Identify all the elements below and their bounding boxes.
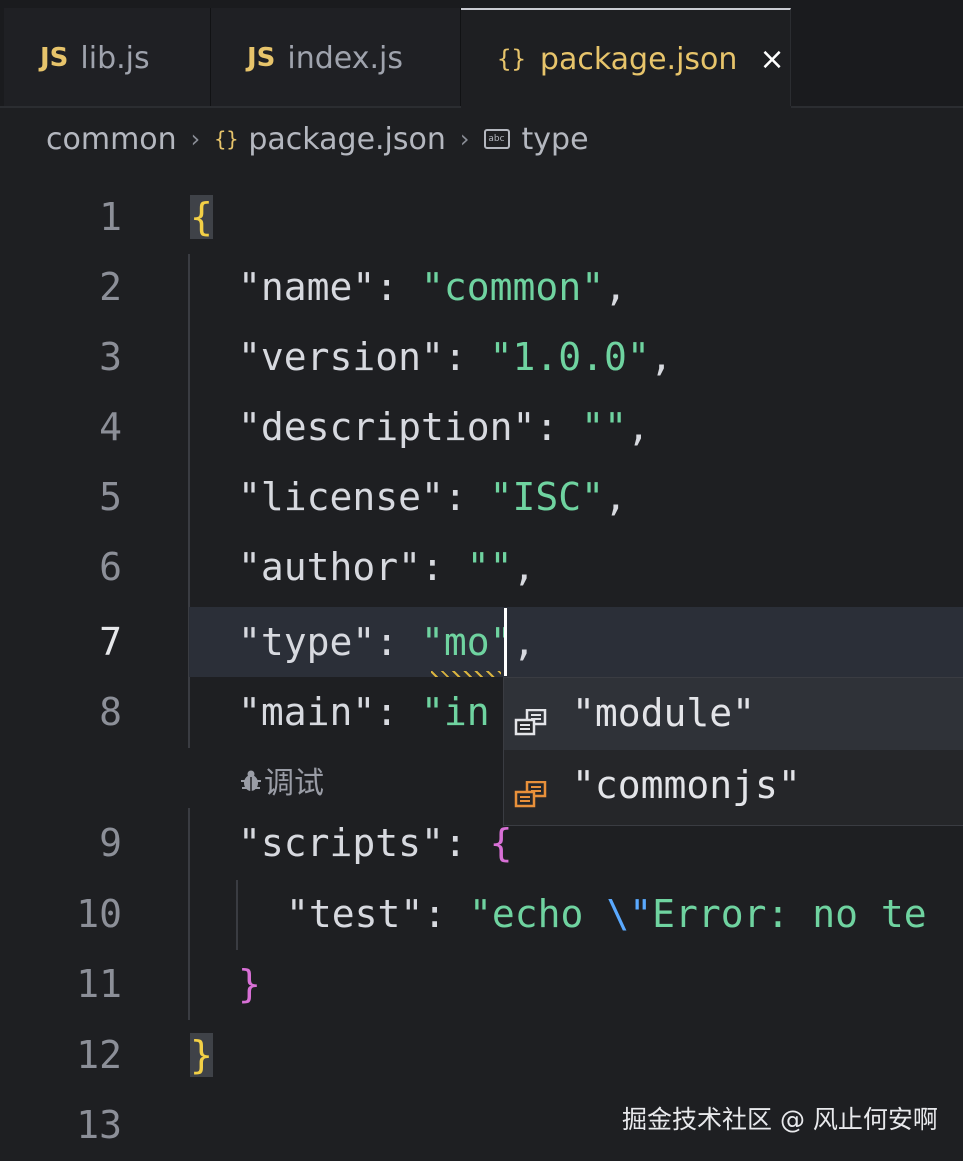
codelens-debug[interactable]: 调试 [238, 758, 324, 802]
tab-lib-js[interactable]: JS lib.js [4, 8, 211, 108]
code-line[interactable]: 6 "author": "", [0, 532, 963, 602]
tab-label: index.js [287, 40, 403, 76]
tab-package-json[interactable]: {} package.json × [461, 8, 791, 108]
string-symbol-icon: abc [483, 129, 510, 149]
chevron-right-icon: › [459, 125, 470, 153]
suggestion-item-commonjs[interactable]: "commonjs" [504, 750, 963, 822]
code-text: } [190, 1033, 213, 1077]
json-file-icon: {} [214, 127, 239, 151]
autocomplete-popup[interactable]: "module" "commonjs" [503, 677, 963, 826]
enum-member-icon [514, 774, 548, 808]
line-number: 5 [99, 475, 122, 519]
codelens-label: 调试 [264, 766, 324, 801]
code-line[interactable]: 2 "name": "common", [0, 252, 963, 322]
suggestion-label: "module" [572, 691, 756, 735]
tab-label: package.json [539, 41, 738, 77]
tab-label: lib.js [80, 40, 150, 76]
bug-icon [238, 766, 264, 801]
code-line[interactable]: 10 "test": "echo \"Error: no te [0, 879, 963, 949]
tab-bar: JS lib.js JS index.js {} package.json × [0, 0, 963, 108]
code-text: "description": "", [238, 405, 650, 449]
javascript-file-icon: JS [247, 43, 276, 73]
code-line[interactable]: 3 "version": "1.0.0", [0, 322, 963, 392]
code-line[interactable]: 11 } [0, 949, 963, 1019]
code-text: "name": "common", [238, 265, 627, 309]
code-line[interactable]: 4 "description": "", [0, 392, 963, 462]
code-text: "license": "ISC", [238, 475, 627, 519]
code-text: "author": "", [238, 545, 536, 589]
code-line-current[interactable]: 7 "type": "mo", [0, 607, 963, 677]
line-number: 10 [76, 892, 122, 936]
code-editor[interactable]: 1 { 2 "name": "common", 3 "version": "1.… [0, 182, 963, 1161]
breadcrumb: common › {} package.json › abc type [46, 116, 589, 162]
line-number: 6 [99, 545, 122, 589]
breadcrumb-symbol[interactable]: type [522, 122, 589, 157]
line-number: 1 [99, 195, 122, 239]
line-number: 9 [99, 821, 122, 865]
line-number: 8 [99, 690, 122, 734]
code-text: "test": "echo \"Error: no te [286, 892, 927, 936]
breadcrumb-folder[interactable]: common [46, 122, 177, 157]
code-line[interactable]: 1 { [0, 182, 963, 252]
enum-member-icon [514, 702, 548, 736]
text-cursor [504, 608, 507, 676]
code-text: } [238, 962, 261, 1006]
close-icon[interactable]: × [759, 42, 784, 77]
suggestion-label: "commonjs" [572, 763, 801, 807]
line-number: 11 [76, 962, 122, 1006]
code-text: "scripts": { [238, 821, 513, 865]
line-number: 2 [99, 265, 122, 309]
active-tab-gap [461, 106, 791, 108]
chevron-right-icon: › [190, 125, 201, 153]
code-text: { [190, 195, 213, 239]
javascript-file-icon: JS [40, 43, 69, 73]
code-text: "main": "in [238, 690, 490, 734]
code-text: "version": "1.0.0", [238, 335, 673, 379]
tab-index-js[interactable]: JS index.js [211, 8, 461, 108]
line-number: 4 [99, 405, 122, 449]
code-text: "type": "mo", [238, 620, 536, 664]
watermark: 掘金技术社区 @ 风止何安啊 [622, 1105, 938, 1134]
suggestion-item-module[interactable]: "module" [504, 678, 963, 750]
line-number: 13 [76, 1103, 122, 1147]
breadcrumb-file[interactable]: package.json [248, 122, 446, 157]
line-number: 12 [76, 1033, 122, 1077]
code-line[interactable]: 12 } [0, 1020, 963, 1090]
line-number: 7 [99, 620, 122, 664]
line-number: 3 [99, 335, 122, 379]
json-file-icon: {} [497, 45, 526, 73]
code-line[interactable]: 5 "license": "ISC", [0, 462, 963, 532]
